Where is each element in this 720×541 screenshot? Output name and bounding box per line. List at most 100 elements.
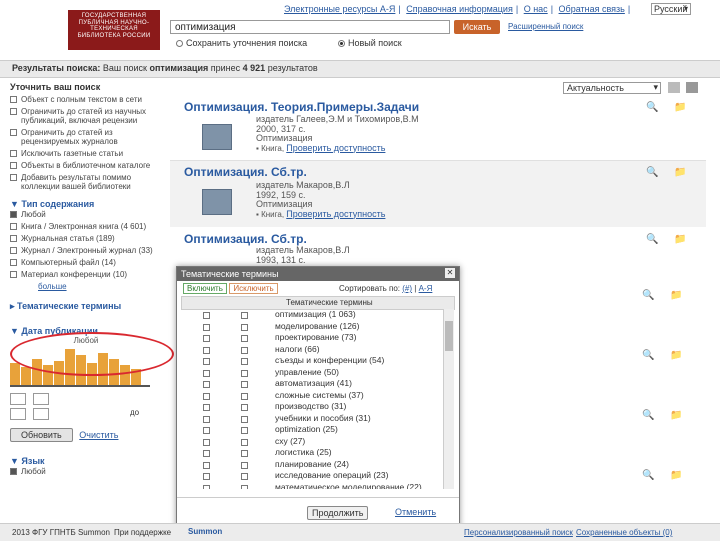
include-checkbox[interactable] [203, 369, 210, 377]
print-icon[interactable] [668, 82, 680, 93]
check-availability-link[interactable]: Проверить доступность [286, 209, 385, 219]
include-checkbox[interactable] [203, 427, 210, 434]
save-icon[interactable]: 📁 [670, 410, 682, 421]
subject-terms-heading[interactable]: ▸ Тематические термины [10, 301, 162, 312]
save-icon[interactable]: 📁 [670, 470, 682, 481]
date-to-month-select[interactable] [10, 408, 26, 420]
exclude-checkbox[interactable] [241, 346, 248, 354]
exclude-checkbox[interactable] [241, 427, 248, 434]
search-input[interactable] [170, 20, 450, 34]
checkbox-icon[interactable] [10, 259, 17, 266]
refine-item[interactable]: Объекты в библиотечном каталоге [10, 161, 162, 170]
exclude-checkbox[interactable] [241, 404, 248, 411]
sort-count-link[interactable]: (#) [402, 284, 412, 293]
exclude-checkbox[interactable] [241, 381, 248, 388]
include-checkbox[interactable] [203, 346, 210, 354]
include-checkbox[interactable] [203, 312, 210, 319]
refine-item[interactable]: Ограничить до статей из рецензируемых жу… [10, 128, 162, 146]
book-icon[interactable] [202, 124, 232, 150]
close-icon[interactable]: ✕ [445, 268, 455, 278]
check-availability-link[interactable]: Проверить доступность [286, 143, 385, 153]
exclude-checkbox[interactable] [241, 415, 248, 423]
preview-icon[interactable]: 🔍 [642, 410, 654, 421]
content-type-heading[interactable]: ▼ Тип содержания [10, 199, 162, 209]
include-checkbox[interactable] [203, 323, 210, 331]
save-icon[interactable]: 📁 [670, 350, 682, 361]
include-checkbox[interactable] [203, 392, 210, 400]
content-item[interactable]: Компьютерный файл (14) [10, 258, 162, 267]
language-select[interactable]: Русский [651, 3, 691, 15]
content-item[interactable]: Книга / Электронная книга (4 601) [10, 222, 162, 231]
update-button[interactable]: Обновить [10, 428, 73, 442]
include-checkbox[interactable] [203, 404, 210, 411]
date-to-year-select[interactable] [32, 408, 49, 420]
save-icon[interactable]: 📁 [674, 102, 686, 113]
preview-icon[interactable]: 🔍 [646, 167, 658, 178]
checkbox-icon[interactable] [10, 129, 17, 136]
library-logo[interactable]: ГОСУДАРСТВЕННАЯ ПУБЛИЧНАЯ НАУЧНО-ТЕХНИЧЕ… [68, 10, 160, 50]
include-button[interactable]: Включить [183, 283, 227, 294]
exclude-button[interactable]: Исключить [229, 283, 278, 294]
checkbox-icon[interactable] [10, 247, 17, 254]
exclude-checkbox[interactable] [241, 358, 248, 365]
include-checkbox[interactable] [203, 358, 210, 365]
preview-icon[interactable]: 🔍 [646, 234, 658, 245]
checkbox-icon[interactable] [10, 108, 17, 115]
exclude-checkbox[interactable] [241, 484, 248, 489]
content-item[interactable]: Журнальная статья (189) [10, 234, 162, 243]
clear-link[interactable]: Очистить [79, 430, 118, 440]
content-item[interactable]: Материал конференции (10) [10, 270, 162, 279]
date-from-month-select[interactable] [10, 393, 26, 405]
exclude-checkbox[interactable] [241, 312, 248, 319]
advanced-search-link[interactable]: Расширенный поиск [508, 22, 583, 31]
include-checkbox[interactable] [203, 473, 210, 480]
continue-button[interactable]: Продолжить [307, 506, 369, 520]
save-icon[interactable]: 📁 [674, 167, 686, 178]
checkbox-icon[interactable] [10, 223, 17, 230]
include-checkbox[interactable] [203, 450, 210, 457]
checkbox-icon[interactable] [10, 150, 17, 157]
language-heading[interactable]: ▼ Язык [10, 456, 162, 466]
preview-icon[interactable]: 🔍 [642, 350, 654, 361]
exclude-checkbox[interactable] [241, 461, 248, 469]
search-button[interactable]: Искать [454, 20, 500, 34]
exclude-checkbox[interactable] [241, 450, 248, 457]
summon-logo[interactable]: Summon [188, 527, 222, 536]
checkbox-checked-icon[interactable] [10, 211, 17, 218]
date-from-year-select[interactable] [32, 393, 49, 405]
checkbox-icon[interactable] [10, 174, 17, 181]
exclude-checkbox[interactable] [241, 438, 248, 446]
export-icon[interactable] [686, 82, 698, 93]
content-any[interactable]: Любой [10, 210, 162, 219]
new-search-option[interactable]: Новый поиск [338, 38, 402, 48]
sort-select[interactable]: Актуальность [563, 82, 661, 94]
checkbox-checked-icon[interactable] [10, 468, 17, 475]
result-title[interactable]: Оптимизация. Сб.тр. [170, 161, 706, 179]
link-eresources[interactable]: Электронные ресурсы А-Я [284, 4, 395, 14]
result-title[interactable]: Оптимизация. Теория.Примеры.Задачи [170, 96, 706, 114]
checkbox-icon[interactable] [10, 96, 17, 103]
checkbox-icon[interactable] [10, 271, 17, 278]
radio-selected-icon[interactable] [338, 40, 345, 48]
personalized-search-link[interactable]: Персонализированный поиск [464, 528, 573, 537]
include-checkbox[interactable] [203, 381, 210, 388]
refine-item[interactable]: Добавить результаты помимо коллекции ваш… [10, 173, 162, 191]
result-title[interactable]: Оптимизация. Сб.тр. [170, 228, 706, 246]
terms-scrollbar[interactable] [443, 309, 454, 489]
save-icon[interactable]: 📁 [674, 234, 686, 245]
preview-icon[interactable]: 🔍 [646, 102, 658, 113]
preview-icon[interactable]: 🔍 [642, 290, 654, 301]
checkbox-icon[interactable] [10, 162, 17, 169]
link-feedback[interactable]: Обратная связь [559, 4, 625, 14]
refine-item[interactable]: Ограничить до статей из научных публикац… [10, 107, 162, 125]
save-icon[interactable]: 📁 [670, 290, 682, 301]
sort-alpha-link[interactable]: А-Я [419, 284, 433, 293]
refine-item[interactable]: Исключить газетные статьи [10, 149, 162, 158]
saved-items-link[interactable]: Сохраненные объекты (0) [576, 528, 672, 537]
include-checkbox[interactable] [203, 438, 210, 446]
exclude-checkbox[interactable] [241, 369, 248, 377]
exclude-checkbox[interactable] [241, 473, 248, 480]
link-help[interactable]: Справочная информация [406, 4, 513, 14]
book-icon[interactable] [202, 189, 232, 215]
include-checkbox[interactable] [203, 415, 210, 423]
